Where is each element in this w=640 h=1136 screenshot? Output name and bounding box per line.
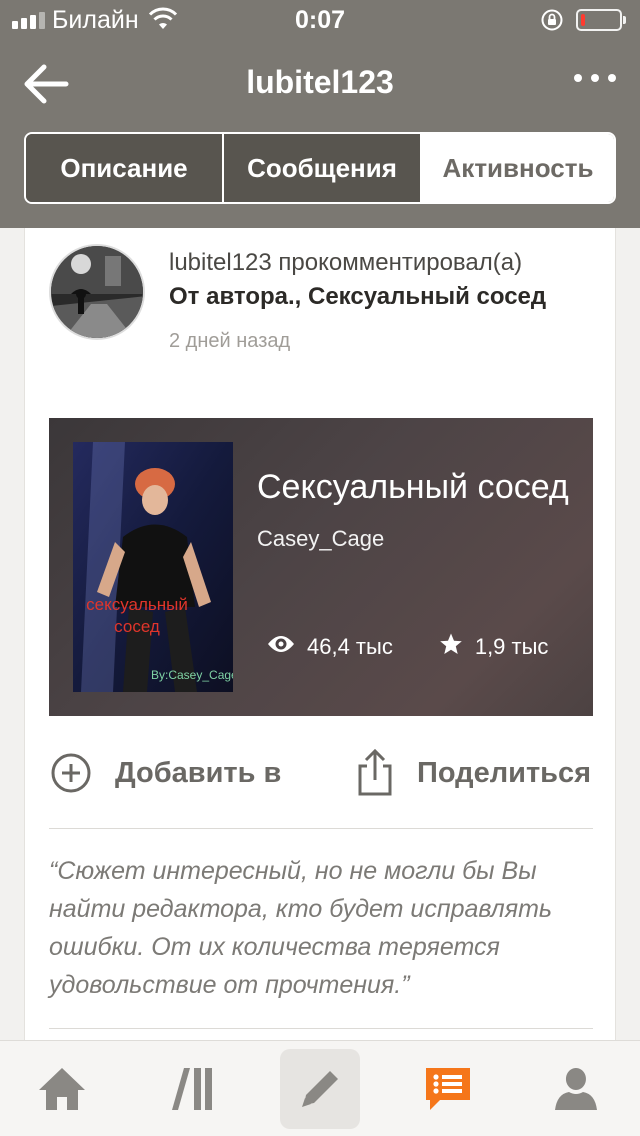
story-stats: 46,4 тыс 1,9 тыс [267,632,548,662]
profile-icon[interactable] [536,1049,616,1129]
app-header: Билайн 0:07 lubitel123 Описание Сообщени… [0,0,640,228]
page-title: lubitel123 [246,64,394,100]
activity-user[interactable]: lubitel123 [169,249,272,276]
story-actions: Добавить в Поделиться [49,738,617,808]
tab-messages[interactable]: Сообщения [222,134,420,202]
story-info: Сексуальный сосед Casey_Cage [257,466,577,552]
home-icon[interactable] [22,1049,102,1129]
tab-description[interactable]: Описание [26,134,222,202]
more-options-icon[interactable] [574,74,616,82]
battery-icon [576,9,626,31]
star-icon [439,632,463,662]
status-bar: Билайн 0:07 [0,0,640,40]
share-label: Поделиться [417,756,592,789]
reads-stat: 46,4 тыс [267,634,393,660]
share-button[interactable]: Поделиться [355,738,591,808]
nav-bar: lubitel123 [0,48,640,120]
profile-tabs: Описание Сообщения Активность [24,132,616,204]
activity-time: 2 дней назад [169,330,291,352]
share-icon [358,748,392,796]
cover-text: сексуальный сосед [86,595,188,636]
story-author[interactable]: Casey_Cage [257,526,577,552]
add-to-button[interactable]: Добавить в [49,738,281,808]
plus-circle-icon [51,753,91,793]
cover-byline: By:Casey_Cage [151,668,233,682]
battery-level [581,14,585,26]
avatar[interactable] [49,244,145,340]
tab-activity[interactable]: Активность [420,134,614,202]
activity-action-line: lubitel123 прокомментировал(а) [169,246,599,280]
divider [49,828,593,829]
orientation-lock-icon [540,8,564,39]
activity-meta: lubitel123 прокомментировал(а) От автора… [169,246,599,353]
votes-count: 1,9 тыс [474,634,549,659]
divider [49,1028,593,1029]
add-to-label: Добавить в [115,756,282,789]
activity-card: lubitel123 прокомментировал(а) От автора… [24,228,616,1040]
reads-count: 46,4 тыс [307,634,393,659]
activity-action: прокомментировал(а) [278,249,523,276]
story-cover[interactable]: сексуальный сосед By:Casey_Cage [73,442,233,692]
story-preview[interactable]: сексуальный сосед By:Casey_Cage Сексуаль… [49,418,593,716]
messages-icon[interactable] [408,1049,488,1129]
story-title[interactable]: Сексуальный сосед [257,466,577,508]
library-icon[interactable] [152,1049,232,1129]
bottom-tab-bar [0,1040,640,1136]
votes-stat: 1,9 тыс [439,632,549,662]
back-arrow-icon[interactable] [22,62,70,106]
eye-icon [267,634,295,660]
activity-story-ref[interactable]: От автора., Сексуальный сосед [169,280,599,314]
comment-text: “Сюжет интересный, но не могли бы Вы най… [49,857,553,999]
write-icon[interactable] [280,1049,360,1129]
